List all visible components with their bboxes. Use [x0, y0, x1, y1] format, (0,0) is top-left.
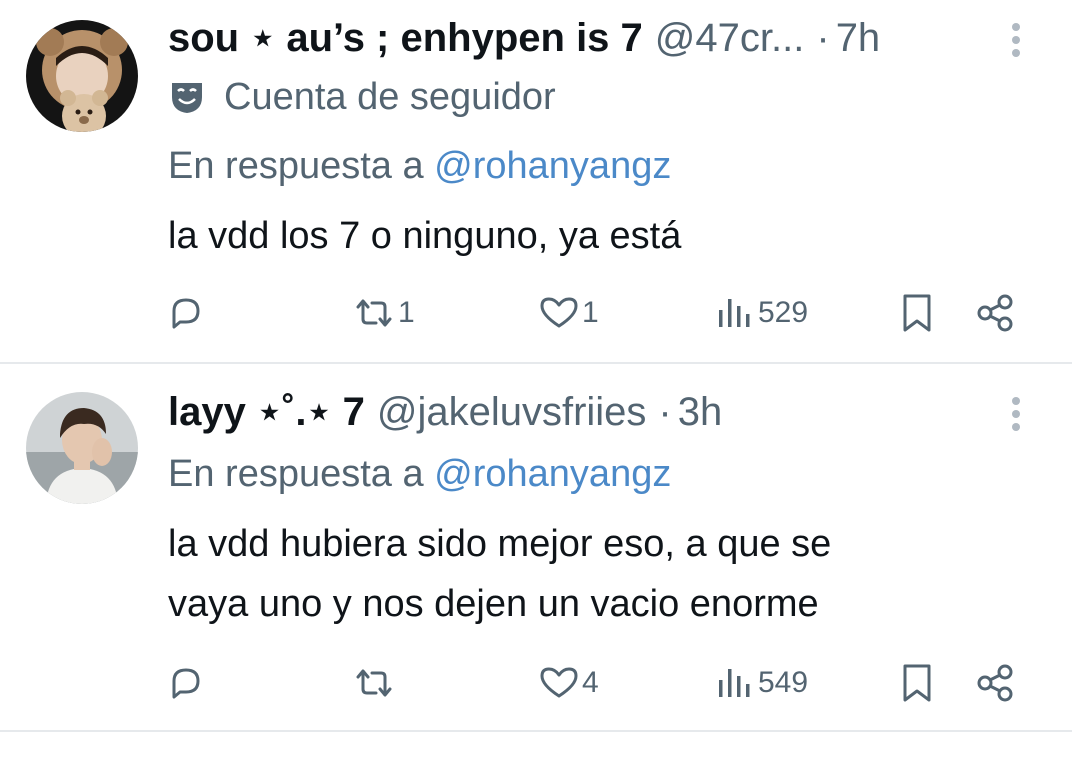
like-button[interactable]: 1	[538, 288, 599, 338]
share-button[interactable]	[975, 288, 1017, 338]
bookmark-button[interactable]	[898, 658, 938, 708]
view-count: 549	[758, 666, 809, 699]
reply-button[interactable]	[166, 658, 208, 708]
share-icon	[977, 294, 1013, 332]
repost-button[interactable]: 1	[352, 288, 415, 338]
reply-mention-link[interactable]: @rohanyangz	[434, 145, 671, 187]
repost-icon	[356, 669, 392, 697]
reply-prefix: En respuesta a	[168, 145, 424, 187]
tweet-text: la vdd los 7 o ninguno, ya está	[168, 215, 682, 257]
views-button[interactable]: 529	[716, 288, 808, 338]
tweet-text-line: la vdd hubiera sido mejor eso, a que se	[168, 523, 832, 565]
bookmark-icon	[903, 664, 931, 702]
tweet[interactable]: sou ⋆ au’s ; enhypen is 7 @47cr... · 7h …	[0, 0, 1072, 362]
display-name[interactable]: layy ⋆˚.⋆ 7	[168, 384, 365, 440]
views-button[interactable]: 549	[716, 658, 808, 708]
avatar-image	[26, 392, 138, 504]
display-name[interactable]: sou ⋆ au’s ; enhypen is 7	[168, 10, 643, 66]
tweet[interactable]: layy ⋆˚.⋆ 7 @jakeluvsfriies · 3h En resp…	[0, 364, 1072, 730]
user-handle[interactable]: @47cr...	[655, 10, 805, 66]
tweet-header: layy ⋆˚.⋆ 7 @jakeluvsfriies · 3h	[168, 384, 992, 440]
tweet-divider	[0, 730, 1072, 732]
share-button[interactable]	[975, 658, 1017, 708]
more-options-button[interactable]	[998, 18, 1034, 62]
reply-icon	[172, 298, 200, 329]
avatar-image	[26, 20, 138, 132]
action-bar: 1 1 529	[0, 288, 1072, 338]
reply-context: En respuesta a @rohanyangz	[168, 446, 671, 502]
reply-icon	[172, 668, 200, 699]
reply-prefix: En respuesta a	[168, 453, 424, 495]
like-count: 1	[582, 296, 599, 329]
masks-icon	[168, 77, 208, 117]
repost-icon	[356, 299, 392, 327]
account-label-text: Cuenta de seguidor	[224, 75, 556, 118]
share-icon	[977, 664, 1013, 702]
bookmark-icon	[903, 294, 931, 332]
like-button[interactable]: 4	[538, 658, 599, 708]
user-handle[interactable]: @jakeluvsfriies	[377, 384, 647, 440]
views-icon	[719, 669, 750, 697]
avatar[interactable]	[26, 20, 138, 132]
tweet-text-line: vaya uno y nos dejen un vacio enorme	[168, 583, 819, 625]
more-options-button[interactable]	[998, 392, 1034, 436]
avatar[interactable]	[26, 392, 138, 504]
action-bar: 4 549	[0, 658, 1072, 708]
account-label: Cuenta de seguidor	[168, 70, 556, 124]
views-icon	[719, 299, 750, 327]
reply-button[interactable]	[166, 288, 208, 338]
separator-dot: ·	[816, 16, 830, 60]
separator-dot: ·	[658, 390, 672, 434]
more-vertical-icon	[1012, 397, 1020, 431]
tweet-text: la vdd hubiera sido mejor eso, a que se …	[168, 514, 1028, 634]
view-count: 529	[758, 296, 809, 329]
more-vertical-icon	[1012, 23, 1020, 57]
bookmark-button[interactable]	[898, 288, 938, 338]
timestamp[interactable]: 3h	[678, 384, 723, 440]
like-count: 4	[582, 666, 599, 699]
tweet-header: sou ⋆ au’s ; enhypen is 7 @47cr... · 7h	[168, 10, 992, 66]
repost-count: 1	[398, 296, 415, 329]
heart-icon	[540, 667, 578, 698]
heart-icon	[540, 297, 578, 328]
repost-button[interactable]	[352, 658, 398, 708]
reply-context: En respuesta a @rohanyangz	[168, 138, 671, 194]
timestamp[interactable]: 7h	[836, 10, 881, 66]
reply-mention-link[interactable]: @rohanyangz	[434, 453, 671, 495]
